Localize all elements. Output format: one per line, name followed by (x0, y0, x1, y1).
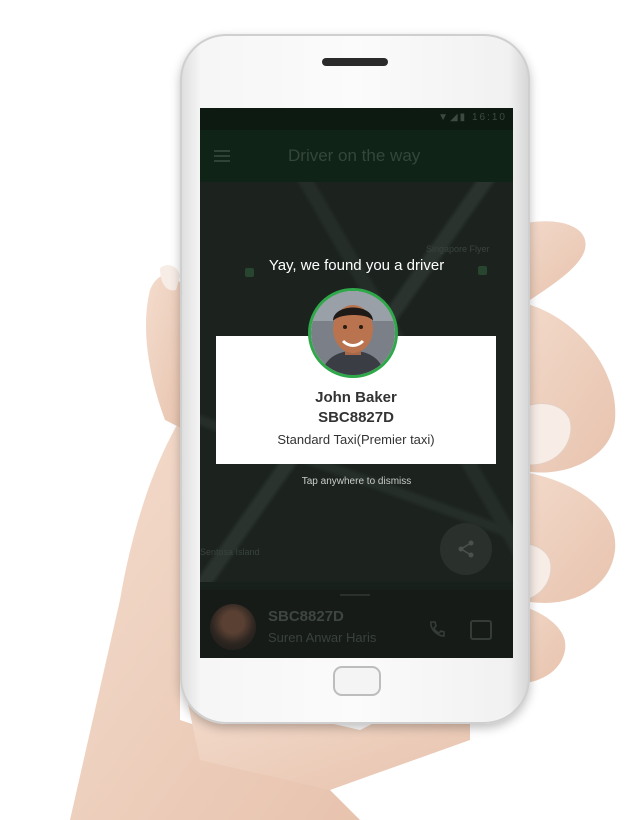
dismiss-hint: Tap anywhere to dismiss (301, 476, 412, 487)
home-button[interactable] (333, 666, 381, 696)
bottom-plate: SBC8827D (268, 608, 344, 625)
drag-handle[interactable] (340, 594, 370, 596)
status-icons: ▼◢▮ 16:10 (438, 112, 507, 123)
status-bar: ▼◢▮ 16:10 (200, 108, 513, 130)
app-bar-title: Driver on the way (288, 146, 421, 165)
driver-avatar-small (210, 604, 256, 650)
share-button[interactable] (440, 523, 492, 575)
app-screen[interactable]: ▼◢▮ 16:10 Driver on the way Singapore Fl… (200, 108, 513, 658)
map-label: Sentosa Island (200, 547, 260, 557)
phone-call-icon[interactable] (428, 620, 446, 638)
bottom-driver-name: Suren Anwar Haris (268, 630, 377, 645)
share-icon (458, 540, 474, 558)
vehicle-type: Standard Taxi(Premier taxi) (277, 432, 435, 447)
menu-icon[interactable] (214, 150, 230, 162)
status-time: 16:10 (471, 112, 507, 123)
message-icon[interactable] (470, 620, 492, 640)
app-bar: Driver on the way (200, 130, 513, 182)
map-label: Singapore Flyer (426, 244, 490, 254)
driver-photo (311, 291, 395, 375)
driver-plate: SBC8827D (318, 409, 394, 426)
driver-name: John Baker (315, 389, 397, 406)
driver-avatar (308, 288, 398, 378)
phone-speaker (322, 58, 388, 66)
dialog-heading: Yay, we found you a driver (268, 257, 445, 274)
